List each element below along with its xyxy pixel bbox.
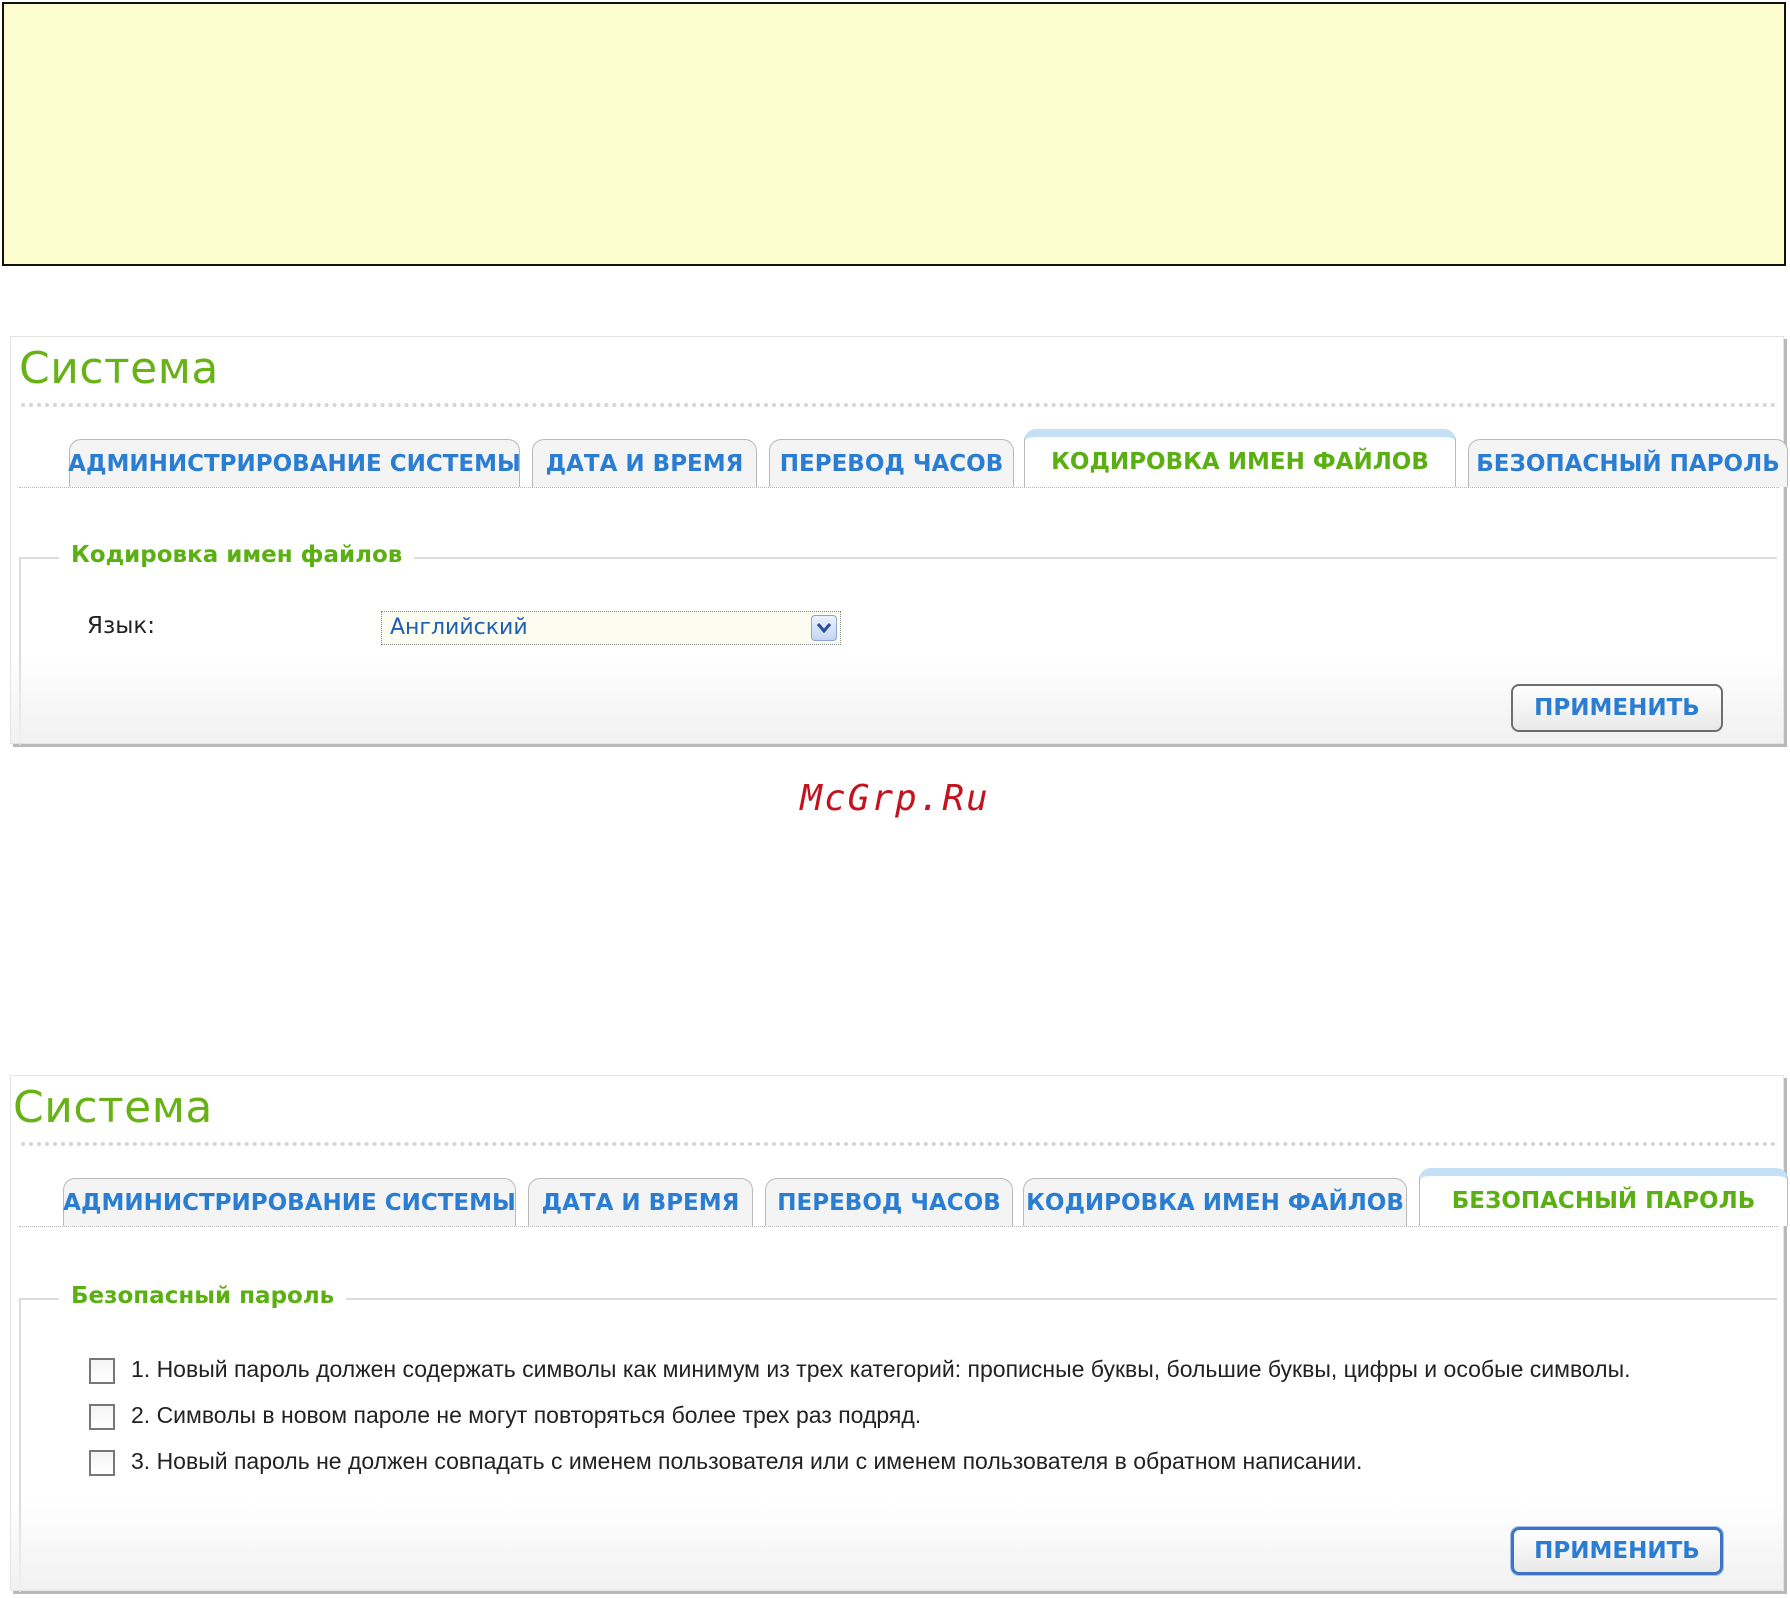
page-title: Система	[13, 1082, 213, 1133]
rule-1-text: 1. Новый пароль должен содержать символы…	[131, 1356, 1631, 1382]
fieldset-legend: Кодировка имен файлов	[59, 542, 415, 568]
title-divider	[21, 403, 1777, 407]
language-select-value: Английский	[390, 615, 528, 640]
title-divider	[21, 1142, 1777, 1146]
rule-3-text: 3. Новый пароль не должен совпадать с им…	[131, 1448, 1363, 1474]
page-title: Система	[19, 343, 219, 394]
rule-1-checkbox[interactable]	[89, 1358, 115, 1384]
language-select[interactable]: Английский	[381, 611, 841, 645]
tab-secure-password[interactable]: БЕЗОПАСНЫЙ ПАРОЛЬ	[1419, 1168, 1788, 1226]
system-panel-secure-password: Система АДМИНИСТРИРОВАНИЕ СИСТЕМЫ ДАТА И…	[10, 1075, 1788, 1592]
apply-button[interactable]: ПРИМЕНИТЬ	[1511, 1527, 1723, 1575]
note-box	[2, 2, 1786, 266]
tab-system-administration[interactable]: АДМИНИСТРИРОВАНИЕ СИСТЕМЫ	[68, 439, 521, 487]
chevron-down-icon[interactable]	[811, 615, 837, 641]
apply-button[interactable]: ПРИМЕНИТЬ	[1511, 684, 1723, 732]
tab-bar: АДМИНИСТРИРОВАНИЕ СИСТЕМЫ ДАТА И ВРЕМЯ П…	[19, 1168, 1788, 1227]
fieldset-legend: Безопасный пароль	[59, 1283, 347, 1309]
rule-3-checkbox[interactable]	[89, 1450, 115, 1476]
tab-date-time[interactable]: ДАТА И ВРЕМЯ	[528, 1178, 753, 1226]
tab-daylight-saving[interactable]: ПЕРЕВОД ЧАСОВ	[765, 1178, 1013, 1226]
tab-bar: АДМИНИСТРИРОВАНИЕ СИСТЕМЫ ДАТА И ВРЕМЯ П…	[19, 429, 1788, 488]
tab-date-time[interactable]: ДАТА И ВРЕМЯ	[532, 439, 757, 487]
tab-daylight-saving[interactable]: ПЕРЕВОД ЧАСОВ	[769, 439, 1014, 487]
language-label: Язык:	[87, 613, 156, 639]
system-panel-filename-encoding: Система АДМИНИСТРИРОВАНИЕ СИСТЕМЫ ДАТА И…	[10, 336, 1788, 745]
watermark: McGrp.Ru	[800, 778, 990, 819]
tab-secure-password[interactable]: БЕЗОПАСНЫЙ ПАРОЛЬ	[1468, 439, 1788, 487]
tab-system-administration[interactable]: АДМИНИСТРИРОВАНИЕ СИСТЕМЫ	[63, 1178, 516, 1226]
tab-filename-encoding[interactable]: КОДИРОВКА ИМЕН ФАЙЛОВ	[1024, 429, 1456, 487]
rule-2-text: 2. Символы в новом пароле не могут повто…	[131, 1402, 922, 1428]
tab-filename-encoding[interactable]: КОДИРОВКА ИМЕН ФАЙЛОВ	[1023, 1178, 1407, 1226]
rule-2-checkbox[interactable]	[89, 1404, 115, 1430]
